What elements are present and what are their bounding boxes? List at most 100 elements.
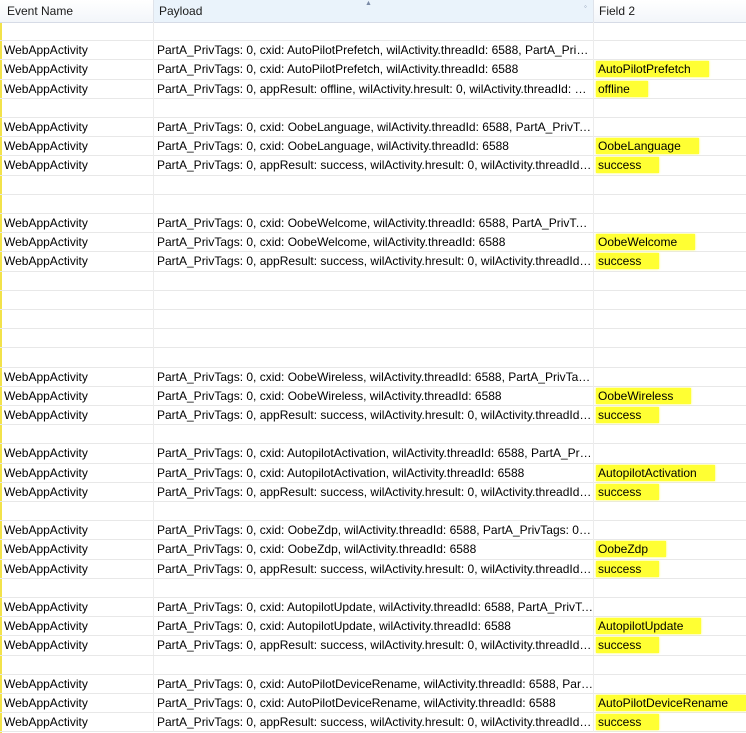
cell-field2: success	[593, 156, 746, 176]
cell-event-name	[4, 425, 153, 444]
cell-payload	[153, 578, 593, 598]
cell-event-name: WebAppActivity	[4, 235, 88, 250]
table-row[interactable]: WebAppActivity PartA_PrivTags: 0, appResu…	[0, 482, 746, 502]
cell-payload: PartA_PrivTags: 0, cxid: AutoPilotDevice…	[153, 694, 593, 713]
table-row[interactable]: WebAppActivity PartA_PrivTags: 0, appResu…	[0, 713, 746, 733]
cell-event-name: WebAppActivity	[4, 254, 88, 269]
cell-field2: AutoPilotDeviceRename	[593, 694, 746, 713]
table-row[interactable]: WebAppActivity PartA_PrivTags: 0, cxid: A…	[0, 694, 746, 714]
cell-payload: PartA_PrivTags: 0, appResult: success, w…	[153, 713, 593, 733]
cell-payload: PartA_PrivTags: 0, appResult: offline, w…	[153, 79, 593, 99]
highlighted-value: success	[596, 637, 660, 654]
cell-event-name: WebAppActivity	[4, 523, 88, 538]
cell-event-name	[4, 310, 153, 329]
cell-event-name: WebAppActivity	[4, 676, 88, 691]
highlighted-value: success	[596, 560, 660, 577]
table-row[interactable]: WebAppActivity PartA_PrivTags: 0, cxid: O…	[0, 386, 746, 406]
table-row[interactable]	[0, 290, 746, 310]
table-row[interactable]: WebAppActivity PartA_PrivTags: 0, cxid: O…	[0, 521, 746, 541]
cell-field2	[593, 425, 746, 445]
table-row[interactable]	[0, 348, 746, 368]
cell-payload	[153, 175, 593, 195]
column-header-event-name[interactable]: Event Name	[2, 0, 153, 22]
table-header: Event Name Payload Field 2 ▲ ◦	[0, 0, 746, 23]
cell-field2	[593, 674, 746, 694]
table-row[interactable]: WebAppActivity PartA_PrivTags: 0, cxid: A…	[0, 444, 746, 464]
highlighted-value: OobeLanguage	[596, 138, 699, 155]
table-row[interactable]	[0, 502, 746, 522]
cell-payload: PartA_PrivTags: 0, appResult: success, w…	[153, 482, 593, 502]
table-row[interactable]: WebAppActivity PartA_PrivTags: 0, cxid: A…	[0, 674, 746, 694]
cell-field2: success	[593, 713, 746, 733]
cell-event-name	[4, 99, 153, 118]
highlighted-value: success	[596, 714, 660, 731]
table-row[interactable]	[0, 310, 746, 330]
table-row[interactable]: WebAppActivity PartA_PrivTags: 0, appResu…	[0, 156, 746, 176]
table-row[interactable]	[0, 425, 746, 445]
table-row[interactable]: WebAppActivity PartA_PrivTags: 0, cxid: A…	[0, 463, 746, 483]
table-row[interactable]: WebAppActivity PartA_PrivTags: 0, cxid: O…	[0, 118, 746, 138]
table-row[interactable]: WebAppActivity PartA_PrivTags: 0, appResu…	[0, 559, 746, 579]
cell-event-name	[4, 502, 153, 521]
cell-field2: success	[593, 406, 746, 425]
table-row[interactable]	[0, 175, 746, 195]
table-row[interactable]: WebAppActivity PartA_PrivTags: 0, cxid: A…	[0, 598, 746, 618]
cell-event-name: WebAppActivity	[4, 696, 88, 710]
cell-field2	[593, 598, 746, 617]
cell-field2	[593, 367, 746, 387]
cell-payload	[153, 271, 593, 291]
cell-event-name: WebAppActivity	[4, 542, 88, 557]
cell-event-name: WebAppActivity	[4, 43, 88, 58]
table-row[interactable]: WebAppActivity PartA_PrivTags: 0, appResu…	[0, 79, 746, 99]
cell-field2	[593, 118, 746, 137]
table-row[interactable]: WebAppActivity PartA_PrivTags: 0, appResu…	[0, 636, 746, 656]
cell-field2	[593, 194, 746, 214]
cell-field2	[593, 310, 746, 329]
cell-payload	[153, 194, 593, 214]
table-row[interactable]	[0, 578, 746, 598]
cell-field2	[593, 98, 746, 118]
cell-field2	[593, 502, 746, 521]
table-row[interactable]: WebAppActivity PartA_PrivTags: 0, cxid: O…	[0, 367, 746, 387]
table-row[interactable]: WebAppActivity PartA_PrivTags: 0, cxid: A…	[0, 617, 746, 637]
cell-event-name	[4, 329, 153, 348]
cell-event-name: WebAppActivity	[4, 388, 88, 403]
pin-icon[interactable]: ◦	[584, 2, 587, 11]
cell-field2: OobeLanguage	[593, 137, 746, 157]
table-row[interactable]: WebAppActivity PartA_PrivTags: 0, appResu…	[0, 406, 746, 426]
table-row[interactable]	[0, 194, 746, 214]
table-row[interactable]	[0, 22, 746, 42]
cell-payload: PartA_PrivTags: 0, cxid: AutoPilotPrefet…	[153, 41, 593, 61]
table-row[interactable]: WebAppActivity PartA_PrivTags: 0, cxid: A…	[0, 41, 746, 61]
table-row[interactable]: WebAppActivity PartA_PrivTags: 0, cxid: A…	[0, 60, 746, 80]
cell-payload: PartA_PrivTags: 0, appResult: success, w…	[153, 636, 593, 656]
column-header-field2[interactable]: Field 2	[593, 0, 746, 22]
table-row[interactable]: WebAppActivity PartA_PrivTags: 0, appResu…	[0, 252, 746, 272]
cell-payload: PartA_PrivTags: 0, cxid: OobeWireless, w…	[153, 386, 593, 406]
highlighted-value: AutoPilotDeviceRename	[596, 695, 746, 711]
table-row[interactable]	[0, 655, 746, 675]
table-row[interactable]: WebAppActivity PartA_PrivTags: 0, cxid: O…	[0, 214, 746, 234]
cell-field2: offline	[593, 79, 746, 99]
cell-event-name: WebAppActivity	[4, 638, 88, 653]
cell-payload	[153, 329, 593, 349]
cell-event-name: WebAppActivity	[4, 715, 88, 730]
cell-payload: PartA_PrivTags: 0, cxid: OobeZdp, wilAct…	[153, 540, 593, 560]
cell-payload: PartA_PrivTags: 0, cxid: AutopilotUpdate…	[153, 598, 593, 617]
cell-event-name	[4, 176, 153, 195]
cell-field2	[593, 521, 746, 541]
cell-payload: PartA_PrivTags: 0, appResult: success, w…	[153, 156, 593, 176]
table-row[interactable]: WebAppActivity PartA_PrivTags: 0, cxid: O…	[0, 233, 746, 253]
table-row[interactable]	[0, 98, 746, 118]
cell-event-name: WebAppActivity	[4, 446, 88, 461]
cell-event-name: WebAppActivity	[4, 120, 88, 134]
table-row[interactable]	[0, 271, 746, 291]
cell-field2: AutoPilotPrefetch	[593, 60, 746, 80]
column-header-payload[interactable]: Payload	[153, 0, 593, 22]
table-row[interactable]: WebAppActivity PartA_PrivTags: 0, cxid: O…	[0, 137, 746, 157]
table-row[interactable]: WebAppActivity PartA_PrivTags: 0, cxid: O…	[0, 540, 746, 560]
cell-field2: AutopilotUpdate	[593, 617, 746, 637]
cell-event-name	[4, 656, 153, 675]
cell-field2	[593, 214, 746, 233]
table-row[interactable]	[0, 329, 746, 349]
